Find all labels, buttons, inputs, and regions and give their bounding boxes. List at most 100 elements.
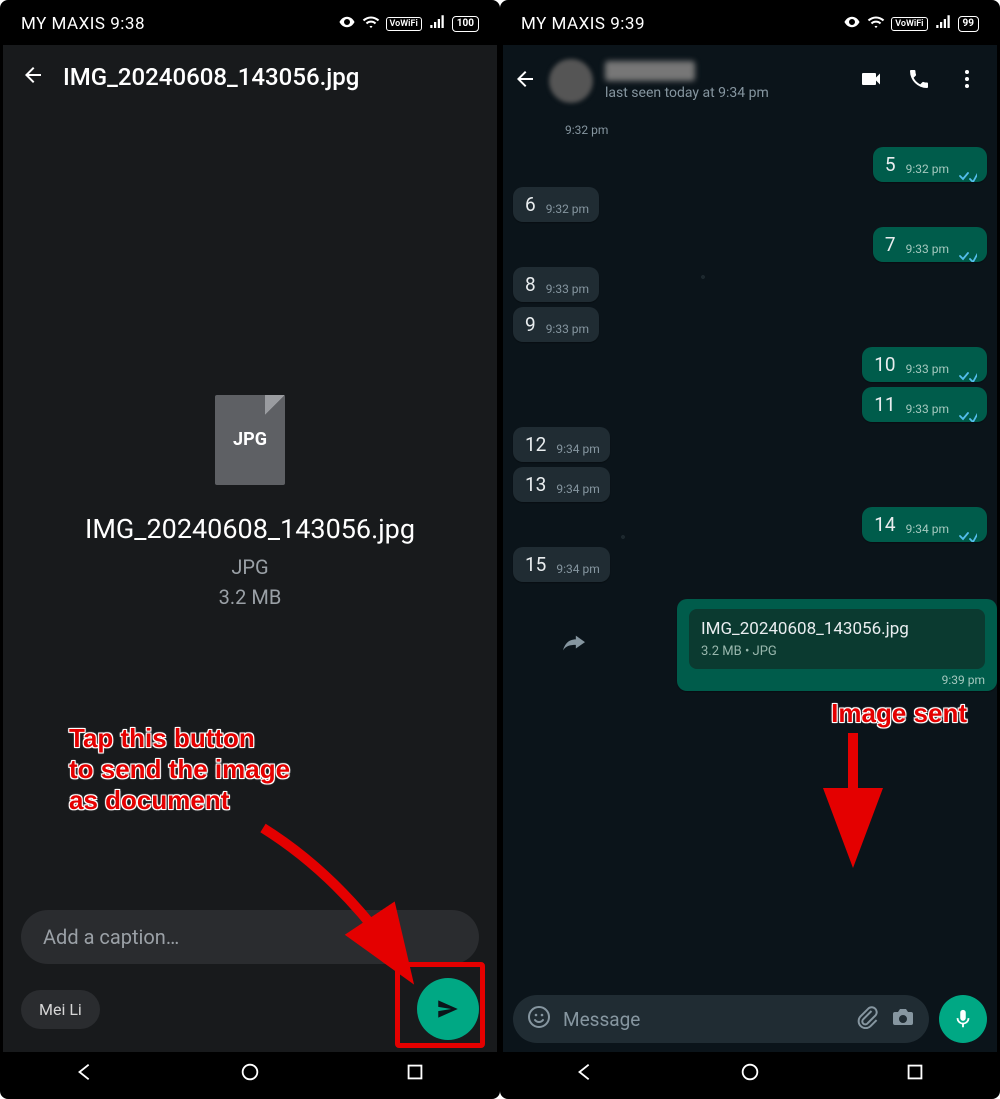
- nav-back-icon[interactable]: [574, 1061, 596, 1087]
- message-time: 9:34 pm: [556, 442, 599, 456]
- back-icon[interactable]: [21, 63, 45, 91]
- eye-icon: [338, 13, 356, 36]
- file-type: JPG: [231, 555, 268, 579]
- chat-body[interactable]: 9:32 pm 5 9:32 pm 6 9:32 pm 7 9:33 pm 8 9:33 pm…: [503, 117, 997, 992]
- message-text: 15: [525, 553, 546, 576]
- contact-avatar[interactable]: [549, 59, 593, 103]
- read-ticks-icon: [959, 404, 977, 416]
- message-time: 9:33 pm: [546, 322, 589, 336]
- recipient-row: Mei Li: [21, 978, 479, 1040]
- signal-icon: [934, 13, 952, 36]
- attach-icon[interactable]: [855, 1005, 879, 1033]
- more-icon[interactable]: [955, 67, 979, 95]
- contact-last-seen: last seen today at 9:34 pm: [605, 85, 847, 101]
- message-row[interactable]: 8 9:33 pm: [513, 267, 987, 302]
- message-input[interactable]: Message: [513, 995, 929, 1043]
- forward-icon[interactable]: [563, 635, 585, 655]
- nav-back-icon[interactable]: [74, 1061, 96, 1087]
- message-text: 7: [885, 233, 896, 256]
- nav-bar: [503, 1052, 997, 1096]
- doc-meta: 3.2 MB • JPG: [701, 644, 973, 659]
- left-phone-document-send: MY MAXIS 9:38 VoWiFi 100 IMG_20240608_14…: [0, 0, 500, 1099]
- nav-recents-icon[interactable]: [904, 1061, 926, 1087]
- message-row[interactable]: 5 9:32 pm: [513, 147, 987, 182]
- message-time: 9:33 pm: [906, 242, 949, 256]
- message-row[interactable]: 13 9:34 pm: [513, 467, 987, 502]
- message-row[interactable]: 9 9:33 pm: [513, 307, 987, 342]
- message-text: 14: [874, 513, 895, 536]
- emoji-icon[interactable]: [527, 1005, 551, 1033]
- nav-recents-icon[interactable]: [404, 1061, 426, 1087]
- document-header: IMG_20240608_143056.jpg: [3, 45, 497, 109]
- message-text: 6: [525, 193, 536, 216]
- message-text: 10: [874, 353, 895, 376]
- vowifi-badge: VoWiFi: [891, 17, 927, 31]
- message-text: 12: [525, 433, 546, 456]
- read-ticks-icon: [959, 164, 977, 176]
- status-icons: VoWiFi 99: [843, 13, 979, 36]
- mic-button[interactable]: [939, 995, 987, 1043]
- status-bar: MY MAXIS 9:38 VoWiFi 100: [3, 3, 497, 45]
- message-text: 5: [885, 153, 896, 176]
- vowifi-badge: VoWiFi: [386, 17, 422, 31]
- file-name: IMG_20240608_143056.jpg: [65, 513, 435, 545]
- message-placeholder: Message: [563, 1008, 843, 1031]
- wifi-icon: [362, 13, 380, 36]
- message-time: 9:34 pm: [556, 482, 599, 496]
- video-call-icon[interactable]: [859, 67, 883, 95]
- message-row[interactable]: 10 9:33 pm: [513, 347, 987, 382]
- wifi-icon: [867, 13, 885, 36]
- signal-icon: [428, 13, 446, 36]
- caption-input[interactable]: Add a caption…: [21, 910, 479, 964]
- back-icon[interactable]: [513, 67, 537, 95]
- message-text: 8: [525, 273, 536, 296]
- nav-home-icon[interactable]: [739, 1061, 761, 1087]
- document-preview: JPG IMG_20240608_143056.jpg JPG 3.2 MB: [3, 109, 497, 894]
- message-row[interactable]: 11 9:33 pm: [513, 387, 987, 422]
- contact-info[interactable]: last seen today at 9:34 pm: [605, 61, 847, 101]
- message-time: 9:32 pm: [546, 202, 589, 216]
- contact-name-blurred: [605, 61, 695, 81]
- right-phone-chat: MY MAXIS 9:39 VoWiFi 99 last seen today …: [500, 0, 1000, 1099]
- caption-placeholder: Add a caption…: [43, 925, 179, 949]
- file-icon: JPG: [215, 395, 285, 485]
- doc-filename: IMG_20240608_143056.jpg: [701, 619, 973, 640]
- status-icons: VoWiFi 100: [338, 13, 479, 36]
- eye-icon: [843, 13, 861, 36]
- message-time: 9:33 pm: [906, 402, 949, 416]
- read-ticks-icon: [959, 524, 977, 536]
- file-size: 3.2 MB: [219, 585, 282, 609]
- status-bar: MY MAXIS 9:39 VoWiFi 99: [503, 3, 997, 45]
- message-row[interactable]: 15 9:34 pm: [513, 547, 987, 582]
- message-row[interactable]: 7 9:33 pm: [513, 227, 987, 262]
- doc-time: 9:39 pm: [942, 673, 985, 687]
- read-ticks-icon: [959, 244, 977, 256]
- status-carrier-time: MY MAXIS 9:39: [521, 14, 645, 34]
- battery-badge: 100: [452, 16, 479, 32]
- message-text: 11: [874, 393, 895, 416]
- document-title: IMG_20240608_143056.jpg: [63, 63, 359, 91]
- message-time: 9:34 pm: [556, 562, 599, 576]
- document-message[interactable]: IMG_20240608_143056.jpg 3.2 MB • JPG 9:3…: [503, 599, 997, 691]
- nav-bar: [3, 1052, 497, 1096]
- message-text: 9: [525, 313, 536, 336]
- message-row[interactable]: 12 9:34 pm: [513, 427, 987, 462]
- camera-icon[interactable]: [891, 1005, 915, 1033]
- message-text: 13: [525, 473, 546, 496]
- message-row[interactable]: 14 9:34 pm: [513, 507, 987, 542]
- status-carrier-time: MY MAXIS 9:38: [21, 14, 145, 34]
- message-row[interactable]: 6 9:32 pm: [513, 187, 987, 222]
- message-time: 9:34 pm: [906, 522, 949, 536]
- message-input-row: Message: [503, 992, 997, 1052]
- send-button[interactable]: [417, 978, 479, 1040]
- prev-msg-time: 9:32 pm: [565, 123, 608, 137]
- chat-header: last seen today at 9:34 pm: [503, 45, 997, 117]
- message-time: 9:33 pm: [906, 362, 949, 376]
- recipient-chip[interactable]: Mei Li: [21, 990, 100, 1029]
- message-time: 9:33 pm: [546, 282, 589, 296]
- voice-call-icon[interactable]: [907, 67, 931, 95]
- battery-badge: 99: [958, 16, 979, 32]
- message-time: 9:32 pm: [906, 162, 949, 176]
- read-ticks-icon: [959, 364, 977, 376]
- nav-home-icon[interactable]: [239, 1061, 261, 1087]
